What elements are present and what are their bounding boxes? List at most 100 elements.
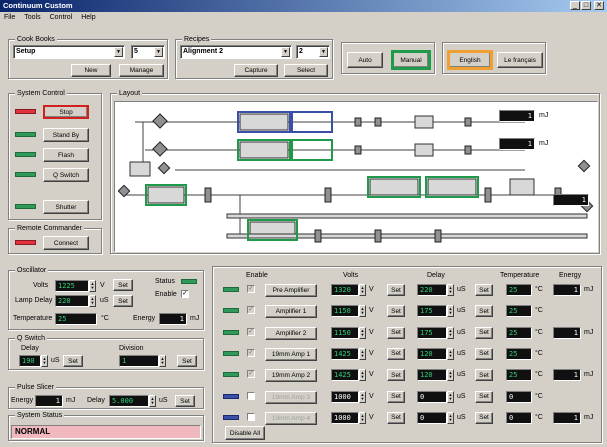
amp-delay-unit: uS bbox=[457, 286, 466, 293]
amp-volts-field[interactable]: 1425 bbox=[331, 347, 359, 360]
amp-status-led bbox=[223, 329, 239, 335]
qswitch-delay-spinner[interactable]: ▲ ▼ bbox=[41, 355, 48, 367]
cookbook-select[interactable]: Setup ▼ bbox=[13, 45, 125, 59]
menu-file[interactable]: File bbox=[4, 12, 15, 23]
amp-enable-checkbox[interactable]: ✓ bbox=[247, 285, 255, 293]
amp-enable-checkbox[interactable]: ✓ bbox=[247, 348, 255, 357]
osc-lamp-delay-spinner[interactable]: ▲ ▼ bbox=[89, 295, 96, 307]
amp-volts-set-button[interactable]: Set bbox=[387, 390, 405, 403]
amp-delay-set-button[interactable]: Set bbox=[475, 347, 493, 360]
amp-volts-spinner[interactable]: ▲ ▼ bbox=[359, 411, 366, 424]
amp-enable-checkbox[interactable] bbox=[247, 391, 255, 400]
amp-delay-set-button[interactable]: Set bbox=[475, 305, 493, 318]
amp-volts-spinner[interactable]: ▲ ▼ bbox=[359, 390, 366, 403]
capture-button[interactable]: Capture bbox=[234, 64, 278, 77]
osc-enable-checkbox[interactable]: ✓ bbox=[181, 290, 189, 298]
recipe-select[interactable]: Alignment 2 ▼ bbox=[180, 45, 292, 59]
amp-enable-checkbox[interactable]: ✓ bbox=[247, 306, 255, 315]
amp-volts-spinner[interactable]: ▲ ▼ bbox=[359, 369, 366, 382]
french-button[interactable]: Le français bbox=[497, 52, 543, 68]
amp-volts-set-button[interactable]: Set bbox=[387, 347, 405, 360]
amp-name-button[interactable]: 19mm Amp 2 bbox=[265, 369, 317, 383]
qswitch-delay-set-button[interactable]: Set bbox=[63, 355, 83, 367]
amp-delay-spinner[interactable]: ▲ ▼ bbox=[447, 369, 454, 382]
osc-volts-spinner[interactable]: ▲ ▼ bbox=[89, 280, 96, 292]
amp-name-button[interactable]: Amplifier 2 bbox=[265, 326, 317, 340]
osc-lamp-delay-set-button[interactable]: Set bbox=[113, 295, 133, 307]
osc-lamp-delay-field[interactable]: 220 bbox=[55, 295, 89, 307]
manual-button[interactable]: Manual bbox=[391, 50, 431, 70]
new-button[interactable]: New bbox=[71, 64, 111, 77]
osc-volts-set-button[interactable]: Set bbox=[113, 279, 133, 291]
pulse-delay-spinner[interactable]: ▲ ▼ bbox=[149, 395, 156, 407]
amp-volts-field[interactable]: 1000 bbox=[331, 411, 359, 424]
pulse-delay-field[interactable]: 5.000 bbox=[109, 395, 149, 407]
amp-delay-field[interactable]: 0 bbox=[417, 390, 447, 403]
amp-volts-set-button[interactable]: Set bbox=[387, 369, 405, 382]
qswitch-division-field[interactable]: 1 bbox=[119, 355, 159, 367]
amp-enable-checkbox[interactable]: ✓ bbox=[247, 327, 255, 336]
amp-name-button[interactable]: 19mm Amp 4 bbox=[265, 411, 317, 425]
amp-delay-spinner[interactable]: ▲ ▼ bbox=[447, 326, 454, 339]
amp-delay-field[interactable]: 175 bbox=[417, 326, 447, 339]
osc-volts-field[interactable]: 1225 bbox=[55, 280, 89, 292]
amp-name-button[interactable]: Pre Amplifier bbox=[265, 284, 317, 297]
close-button[interactable]: ✕ bbox=[594, 1, 604, 10]
flash-button[interactable]: Flash bbox=[43, 148, 89, 162]
amp-delay-set-button[interactable]: Set bbox=[475, 369, 493, 382]
amp-delay-spinner[interactable]: ▲ ▼ bbox=[447, 284, 454, 296]
menu-control[interactable]: Control bbox=[50, 12, 73, 23]
amp-delay-spinner[interactable]: ▲ ▼ bbox=[447, 347, 454, 360]
amp-volts-spinner[interactable]: ▲ ▼ bbox=[359, 284, 366, 296]
amp-volts-field[interactable]: 1425 bbox=[331, 369, 359, 382]
amp-volts-set-button[interactable]: Set bbox=[387, 284, 405, 296]
amp-delay-spinner[interactable]: ▲ ▼ bbox=[447, 305, 454, 318]
menu-tools[interactable]: Tools bbox=[24, 12, 40, 23]
connect-button[interactable]: Connect bbox=[43, 236, 89, 250]
amp-delay-spinner[interactable]: ▲ ▼ bbox=[447, 390, 454, 403]
manage-button[interactable]: Manage bbox=[119, 64, 164, 77]
amp-volts-set-button[interactable]: Set bbox=[387, 305, 405, 318]
amp-delay-field[interactable]: 120 bbox=[417, 347, 447, 360]
amp-delay-set-button[interactable]: Set bbox=[475, 411, 493, 424]
pulse-delay-set-button[interactable]: Set bbox=[175, 395, 195, 407]
shutter-button[interactable]: Shutter bbox=[43, 200, 89, 214]
amp-volts-field[interactable]: 1150 bbox=[331, 305, 359, 318]
amp-delay-field[interactable]: 0 bbox=[417, 411, 447, 424]
auto-button[interactable]: Auto bbox=[347, 52, 383, 68]
amp-name-button[interactable]: Amplifier 1 bbox=[265, 305, 317, 319]
select-button[interactable]: Select bbox=[284, 64, 328, 77]
amp-delay-field[interactable]: 220 bbox=[417, 284, 447, 296]
qswitch-button[interactable]: Q Switch bbox=[43, 168, 89, 182]
amp-volts-set-button[interactable]: Set bbox=[387, 326, 405, 339]
amp-name-button[interactable]: 19mm Amp 3 bbox=[265, 390, 317, 404]
qswitch-division-set-button[interactable]: Set bbox=[177, 355, 197, 367]
amp-delay-set-button[interactable]: Set bbox=[475, 284, 493, 296]
amp-volts-field[interactable]: 1000 bbox=[331, 390, 359, 403]
amp-enable-checkbox[interactable] bbox=[247, 412, 255, 421]
amp-name-button[interactable]: 19mm Amp 1 bbox=[265, 347, 317, 361]
amp-delay-set-button[interactable]: Set bbox=[475, 390, 493, 403]
disable-all-button[interactable]: Disable All bbox=[225, 426, 265, 440]
amp-volts-field[interactable]: 1150 bbox=[331, 326, 359, 339]
qswitch-division-spinner[interactable]: ▲ ▼ bbox=[159, 355, 166, 367]
amp-delay-set-button[interactable]: Set bbox=[475, 326, 493, 339]
cookbook-number-select[interactable]: 5 ▼ bbox=[131, 45, 165, 59]
amp-delay-spinner[interactable]: ▲ ▼ bbox=[447, 411, 454, 424]
stop-button[interactable]: Stop bbox=[43, 105, 89, 119]
minimize-button[interactable]: _ bbox=[570, 1, 580, 10]
amp-volts-spinner[interactable]: ▲ ▼ bbox=[359, 347, 366, 360]
amp-volts-spinner[interactable]: ▲ ▼ bbox=[359, 326, 366, 339]
menu-help[interactable]: Help bbox=[81, 12, 95, 23]
qswitch-delay-field[interactable]: 190 bbox=[19, 355, 41, 367]
amp-delay-field[interactable]: 175 bbox=[417, 305, 447, 318]
english-button[interactable]: English bbox=[447, 50, 493, 70]
amp-volts-field[interactable]: 1320 bbox=[331, 284, 359, 296]
amp-volts-spinner[interactable]: ▲ ▼ bbox=[359, 305, 366, 318]
amp-delay-field[interactable]: 120 bbox=[417, 369, 447, 382]
maximize-button[interactable]: □ bbox=[581, 1, 591, 10]
amp-volts-set-button[interactable]: Set bbox=[387, 411, 405, 424]
recipe-number-select[interactable]: 2 ▼ bbox=[296, 45, 330, 59]
standby-button[interactable]: Stand By bbox=[43, 128, 89, 142]
amp-enable-checkbox[interactable]: ✓ bbox=[247, 370, 255, 379]
